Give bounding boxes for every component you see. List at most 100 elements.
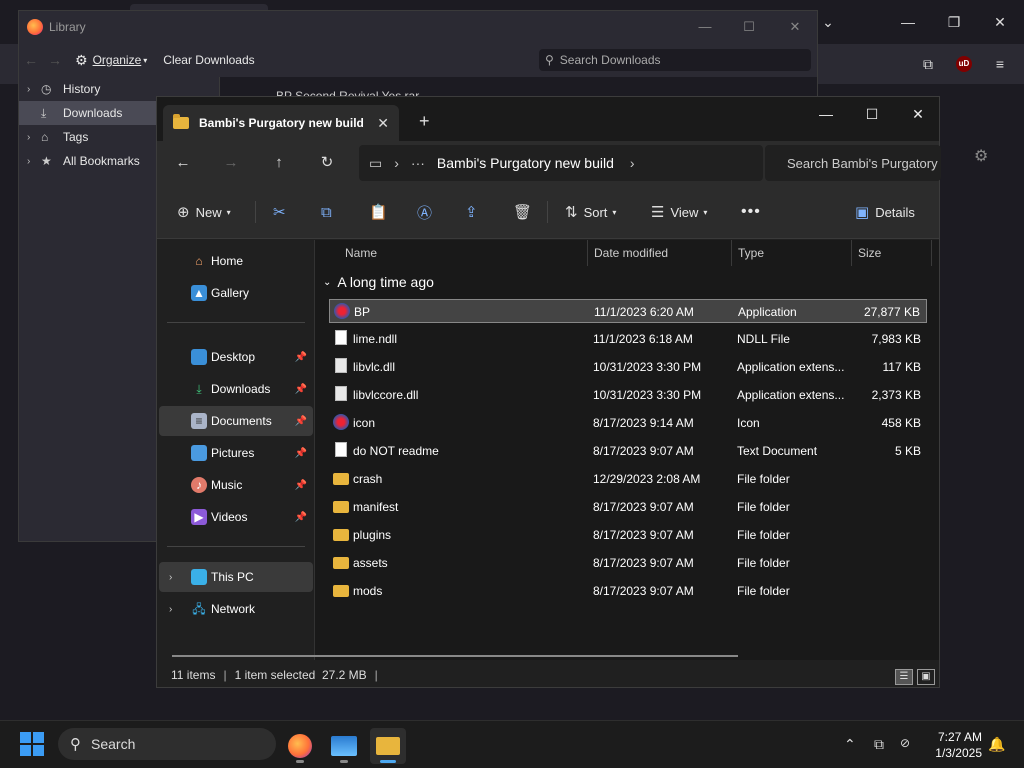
file-date: 10/31/2023 3:30 PM bbox=[593, 388, 702, 402]
library-close-button[interactable]: ✕ bbox=[785, 19, 805, 35]
library-maximize-button[interactable]: ☐ bbox=[739, 19, 759, 35]
file-row[interactable]: do NOT readme 8/17/2023 9:07 AM Text Docum… bbox=[329, 439, 927, 463]
notification-bell-icon[interactable]: 🔔 bbox=[988, 736, 1005, 753]
taskbar-clock[interactable]: 7:27 AM 1/3/2025 bbox=[930, 729, 982, 761]
delete-icon[interactable]: 🗑 bbox=[513, 201, 538, 223]
explorer-minimize-button[interactable]: — bbox=[813, 103, 839, 125]
nav-item-this-pc[interactable]: › This PC bbox=[159, 562, 313, 592]
view-button[interactable]: ☰ View ▾ bbox=[651, 201, 707, 223]
file-row[interactable]: libvlccore.dll 10/31/2023 3:30 PM Applicat… bbox=[329, 383, 927, 407]
firefox-restore-button[interactable]: ❐ bbox=[944, 12, 964, 32]
rename-icon[interactable]: Ⓐ bbox=[417, 201, 438, 223]
file-row[interactable]: icon 8/17/2023 9:14 AM Icon 458 KB bbox=[329, 411, 927, 435]
library-back-icon[interactable]: ← bbox=[19, 52, 43, 68]
nav-item-desktop[interactable]: Desktop 📌 bbox=[159, 342, 313, 372]
hamburger-menu-icon[interactable]: ≡ bbox=[990, 54, 1010, 74]
extensions-icon[interactable]: ⧉ bbox=[918, 54, 938, 74]
nav-item-gallery[interactable]: ▲ Gallery bbox=[159, 278, 313, 308]
nav-item-documents[interactable]: ≡ Documents 📌 bbox=[159, 406, 313, 436]
details-button[interactable]: ▣ Details bbox=[855, 201, 915, 223]
nav-item-downloads[interactable]: ⤓ Downloads 📌 bbox=[159, 374, 313, 404]
up-arrow-icon[interactable]: ↑ bbox=[267, 151, 291, 175]
chevron-right-icon[interactable]: › bbox=[394, 155, 399, 171]
pin-icon[interactable]: 📌 bbox=[295, 352, 307, 363]
firefox-tab-list-icon[interactable]: ⌄ bbox=[818, 12, 838, 32]
horizontal-scrollbar[interactable] bbox=[172, 655, 738, 657]
taskbar-search[interactable]: ⚲ Search bbox=[58, 728, 276, 760]
forward-arrow-icon[interactable]: → bbox=[219, 151, 243, 175]
monitor-icon[interactable]: ▭ bbox=[369, 155, 382, 172]
show-hidden-icons-icon[interactable]: ⌃ bbox=[844, 736, 856, 753]
tiles-view-icon[interactable]: ▣ bbox=[917, 669, 935, 685]
column-header-name[interactable]: Name bbox=[345, 240, 377, 266]
file-date: 8/17/2023 9:07 AM bbox=[593, 556, 694, 570]
nav-item-home[interactable]: ⌂ Home bbox=[159, 246, 313, 276]
close-tab-icon[interactable]: ✕ bbox=[377, 115, 389, 132]
more-options-icon[interactable]: ••• bbox=[741, 201, 761, 223]
file-row[interactable]: plugins 8/17/2023 9:07 AM File folder bbox=[329, 523, 927, 547]
share-icon[interactable]: ⇪ bbox=[465, 201, 484, 223]
file-row[interactable]: mods 8/17/2023 9:07 AM File folder bbox=[329, 579, 927, 603]
cut-icon[interactable]: ✂ bbox=[273, 201, 292, 223]
network-status-icon[interactable]: ⧉ bbox=[874, 736, 884, 753]
chevron-right-icon[interactable]: › bbox=[630, 155, 635, 171]
library-minimize-button[interactable]: — bbox=[695, 19, 715, 35]
divider bbox=[547, 201, 548, 223]
file-row[interactable]: manifest 8/17/2023 9:07 AM File folder bbox=[329, 495, 927, 519]
explorer-search-input[interactable]: Search Bambi's Purgatory bbox=[765, 145, 941, 181]
start-button[interactable] bbox=[20, 732, 44, 756]
file-row[interactable]: libvlc.dll 10/31/2023 3:30 PM Application … bbox=[329, 355, 927, 379]
nav-item-music[interactable]: ♪ Music 📌 bbox=[159, 470, 313, 500]
ellipsis-icon[interactable]: ··· bbox=[411, 155, 425, 171]
group-header[interactable]: ⌄ A long time ago bbox=[323, 274, 434, 290]
taskbar-photo-app[interactable] bbox=[326, 728, 362, 764]
refresh-icon[interactable]: ↻ bbox=[315, 151, 339, 175]
chevron-right-icon[interactable]: › bbox=[27, 132, 41, 143]
copy-icon[interactable]: ⧉ bbox=[321, 201, 338, 223]
explorer-maximize-button[interactable]: ☐ bbox=[859, 103, 885, 125]
chevron-down-icon[interactable]: ⌄ bbox=[323, 277, 331, 288]
column-header-size[interactable]: Size bbox=[858, 240, 881, 266]
file-row[interactable]: assets 8/17/2023 9:07 AM File folder bbox=[329, 551, 927, 575]
column-header-date[interactable]: Date modified bbox=[594, 240, 668, 266]
taskbar-file-explorer[interactable] bbox=[370, 728, 406, 764]
file-date: 11/1/2023 6:20 AM bbox=[594, 305, 694, 319]
taskbar-firefox[interactable] bbox=[282, 728, 318, 764]
breadcrumb-current[interactable]: Bambi's Purgatory new build bbox=[437, 155, 614, 171]
new-button[interactable]: ⊕ New ▾ bbox=[177, 201, 231, 223]
library-forward-icon[interactable]: → bbox=[43, 52, 67, 68]
nav-item-videos[interactable]: ▶ Videos 📌 bbox=[159, 502, 313, 532]
sort-button[interactable]: ⇅ Sort ▾ bbox=[565, 201, 616, 223]
pin-icon[interactable]: 📌 bbox=[295, 512, 307, 523]
nav-item-pictures[interactable]: Pictures 📌 bbox=[159, 438, 313, 468]
file-size: 27,877 KB bbox=[863, 305, 920, 319]
chevron-right-icon[interactable]: › bbox=[27, 156, 41, 167]
volume-muted-icon[interactable]: ⊘ bbox=[900, 736, 910, 750]
settings-gear-icon[interactable]: ⚙ bbox=[974, 146, 988, 166]
breadcrumb[interactable]: ▭ › ··· Bambi's Purgatory new build › bbox=[359, 145, 763, 181]
pin-icon[interactable]: 📌 bbox=[295, 448, 307, 459]
chevron-right-icon[interactable]: › bbox=[169, 604, 172, 615]
details-view-icon[interactable]: ☰ bbox=[895, 669, 913, 685]
file-row[interactable]: BP 11/1/2023 6:20 AM Application 27,877 KB bbox=[329, 299, 927, 323]
nav-item-network[interactable]: › 🖧 Network bbox=[159, 594, 313, 624]
firefox-close-button[interactable]: ✕ bbox=[990, 12, 1010, 32]
library-search-input[interactable]: ⚲ Search Downloads bbox=[539, 49, 811, 71]
back-arrow-icon[interactable]: ← bbox=[171, 151, 195, 175]
chevron-right-icon[interactable]: › bbox=[169, 572, 172, 583]
paste-icon[interactable]: 📋 bbox=[369, 201, 394, 223]
pin-icon[interactable]: 📌 bbox=[295, 384, 307, 395]
pin-icon[interactable]: 📌 bbox=[295, 480, 307, 491]
organize-button[interactable]: ⚙ Organize ▾ bbox=[67, 52, 155, 69]
new-tab-icon[interactable]: + bbox=[419, 111, 430, 132]
ublock-icon[interactable]: uD bbox=[956, 56, 972, 72]
file-row[interactable]: lime.ndll 11/1/2023 6:18 AM NDLL File 7,983… bbox=[329, 327, 927, 351]
firefox-minimize-button[interactable]: — bbox=[898, 12, 918, 32]
pin-icon[interactable]: 📌 bbox=[295, 416, 307, 427]
column-header-type[interactable]: Type bbox=[738, 240, 764, 266]
explorer-tab[interactable]: Bambi's Purgatory new build ✕ bbox=[163, 105, 399, 141]
chevron-right-icon[interactable]: › bbox=[27, 84, 41, 95]
file-row[interactable]: crash 12/29/2023 2:08 AM File folder bbox=[329, 467, 927, 491]
explorer-close-button[interactable]: ✕ bbox=[905, 103, 931, 125]
clear-downloads-button[interactable]: Clear Downloads bbox=[155, 53, 262, 67]
